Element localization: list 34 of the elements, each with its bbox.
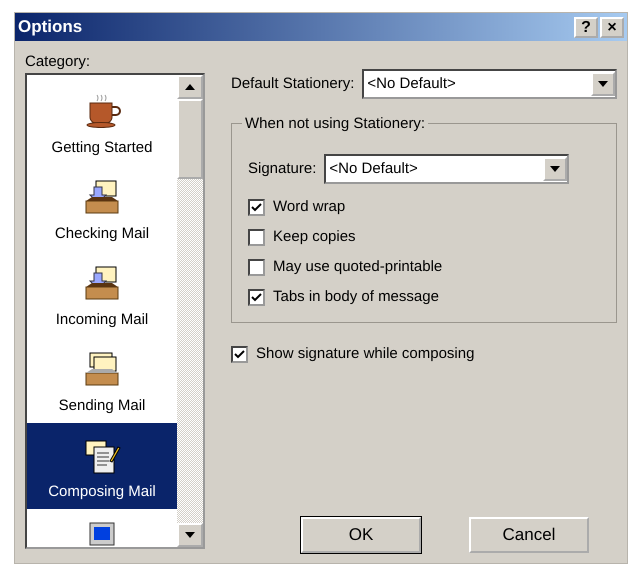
dialog-button[interactable]: Cancel <box>469 517 589 553</box>
dialog-button[interactable]: OK <box>301 517 421 553</box>
category-item[interactable]: Checking Mail <box>27 165 177 251</box>
signature-dropdown[interactable]: <No Default> <box>324 154 570 184</box>
help-button[interactable]: ? <box>574 16 598 38</box>
category-item[interactable]: Composing Mail <box>27 423 177 509</box>
check-icon <box>251 202 262 212</box>
checkbox[interactable] <box>248 228 265 246</box>
checkbox-option[interactable]: Show signature while composing <box>231 339 617 369</box>
scroll-up-button[interactable] <box>177 75 203 99</box>
check-icon <box>234 350 245 358</box>
checkbox[interactable] <box>248 198 265 216</box>
down-arrow-icon <box>185 532 195 538</box>
checkbox-option[interactable]: Keep copies <box>248 222 600 252</box>
checkbox[interactable] <box>248 288 265 306</box>
default-stationery-label: Default Stationery: <box>231 74 354 94</box>
checkbox-option[interactable]: Tabs in body of message <box>248 282 600 312</box>
default-stationery-dropdown[interactable]: <No Default> <box>362 69 617 99</box>
checkbox[interactable] <box>231 346 248 362</box>
scrollbar[interactable] <box>177 75 203 547</box>
up-arrow-icon <box>185 84 195 90</box>
category-item[interactable]: Getting Started <box>27 79 177 165</box>
scroll-down-button[interactable] <box>177 523 203 547</box>
checkbox-option[interactable]: Word wrap <box>248 192 600 222</box>
signature-label: Signature: <box>248 158 316 179</box>
checkbox-option[interactable]: May use quoted-printable <box>248 252 600 282</box>
scroll-thumb[interactable] <box>177 99 203 179</box>
close-button[interactable]: × <box>600 16 624 38</box>
category-item[interactable]: Sending Mail <box>27 337 177 423</box>
check-icon <box>251 292 262 302</box>
window-title: Options <box>18 16 84 38</box>
category-label: Category: <box>25 52 92 72</box>
category-item[interactable]: Incoming Mail <box>27 251 177 337</box>
checkbox[interactable] <box>248 258 265 276</box>
